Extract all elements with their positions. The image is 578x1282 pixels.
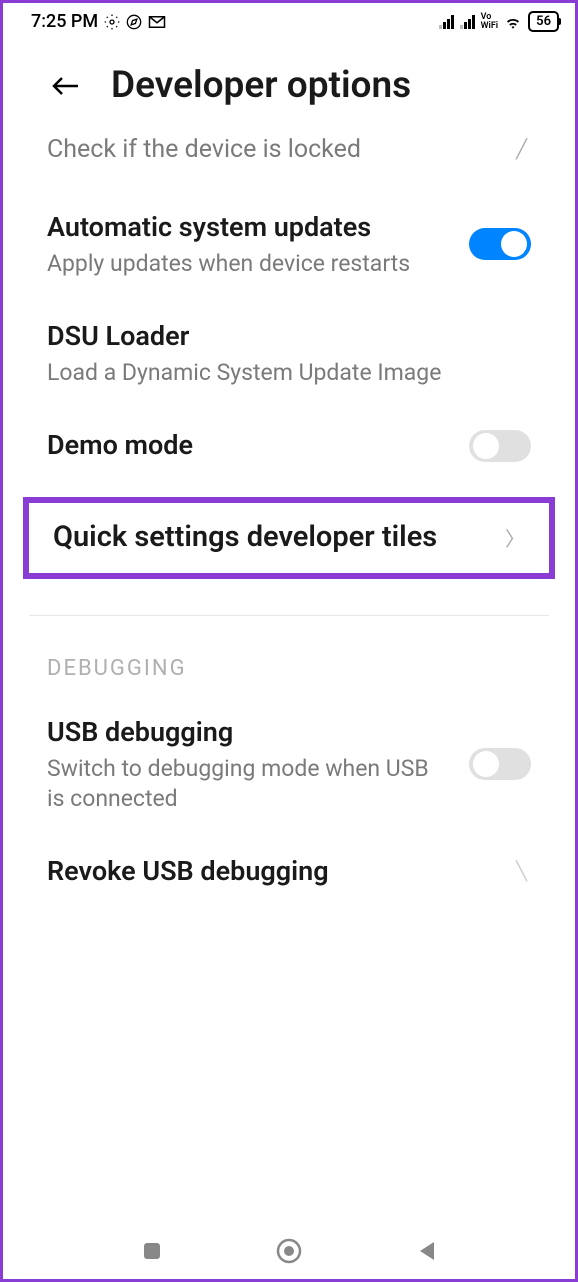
- status-right: VoWiFi 56: [439, 11, 559, 32]
- status-left: 7:25 PM: [31, 11, 166, 32]
- quick-settings-text: Quick settings developer tiles: [53, 519, 505, 557]
- vowifi-icon: VoWiFi: [481, 13, 499, 31]
- triangle-left-icon: [416, 1240, 436, 1262]
- demo-mode-row[interactable]: Demo mode: [3, 410, 575, 485]
- quick-settings-title: Quick settings developer tiles: [53, 519, 505, 557]
- chevron-right-icon: ╲: [516, 861, 527, 882]
- compass-icon: [126, 14, 142, 30]
- check-locked-label: Check if the device is locked: [47, 135, 361, 164]
- usb-debugging-toggle[interactable]: [469, 748, 531, 780]
- page-title: Developer options: [111, 64, 411, 107]
- demo-mode-text: Demo mode: [47, 428, 449, 463]
- settings-content: Check if the device is locked ╱ Automati…: [3, 119, 575, 897]
- usb-debugging-text: USB debugging Switch to debugging mode w…: [47, 715, 449, 814]
- debugging-section-header: DEBUGGING: [3, 616, 575, 697]
- revoke-usb-text: Revoke USB debugging: [47, 854, 496, 889]
- recents-button[interactable]: [138, 1237, 166, 1265]
- demo-mode-title: Demo mode: [47, 428, 449, 463]
- circle-icon: [276, 1238, 302, 1264]
- toggle-knob: [473, 433, 499, 459]
- arrow-left-icon: [50, 76, 80, 96]
- revoke-usb-row[interactable]: Revoke USB debugging ╲: [3, 836, 575, 897]
- status-bar: 7:25 PM VoWiFi 56: [3, 3, 575, 36]
- back-nav-button[interactable]: [412, 1237, 440, 1265]
- check-locked-row[interactable]: Check if the device is locked ╱: [3, 119, 575, 192]
- dsu-row[interactable]: DSU Loader Load a Dynamic System Update …: [3, 301, 575, 410]
- auto-updates-row[interactable]: Automatic system updates Apply updates w…: [3, 192, 575, 301]
- gmail-icon: [148, 15, 166, 29]
- usb-debugging-subtitle: Switch to debugging mode when USB is con…: [47, 754, 449, 814]
- chevron-right-icon: 〉: [505, 523, 525, 552]
- home-button[interactable]: [275, 1237, 303, 1265]
- auto-updates-toggle[interactable]: [469, 228, 531, 260]
- dsu-text: DSU Loader Load a Dynamic System Update …: [47, 319, 531, 388]
- header: Developer options: [3, 36, 575, 119]
- auto-updates-text: Automatic system updates Apply updates w…: [47, 210, 449, 279]
- signal-icon-2: [460, 15, 475, 29]
- toggle-knob: [473, 751, 499, 777]
- battery-icon: 56: [528, 11, 559, 32]
- square-icon: [142, 1241, 162, 1261]
- dsu-subtitle: Load a Dynamic System Update Image: [47, 358, 531, 388]
- dsu-title: DSU Loader: [47, 319, 531, 354]
- quick-settings-tiles-row[interactable]: Quick settings developer tiles 〉: [23, 497, 555, 579]
- back-button[interactable]: [47, 68, 83, 104]
- demo-mode-toggle[interactable]: [469, 430, 531, 462]
- signal-icon-1: [439, 15, 454, 29]
- status-time: 7:25 PM: [31, 11, 98, 32]
- toggle-knob: [501, 231, 527, 257]
- chevron-right-icon: ╱: [516, 139, 527, 160]
- navigation-bar: [3, 1223, 575, 1279]
- wifi-icon: [504, 15, 522, 29]
- usb-debugging-row[interactable]: USB debugging Switch to debugging mode w…: [3, 697, 575, 836]
- usb-debugging-title: USB debugging: [47, 715, 449, 750]
- auto-updates-subtitle: Apply updates when device restarts: [47, 249, 449, 279]
- gear-icon: [104, 14, 120, 30]
- revoke-usb-title: Revoke USB debugging: [47, 854, 496, 889]
- auto-updates-title: Automatic system updates: [47, 210, 449, 245]
